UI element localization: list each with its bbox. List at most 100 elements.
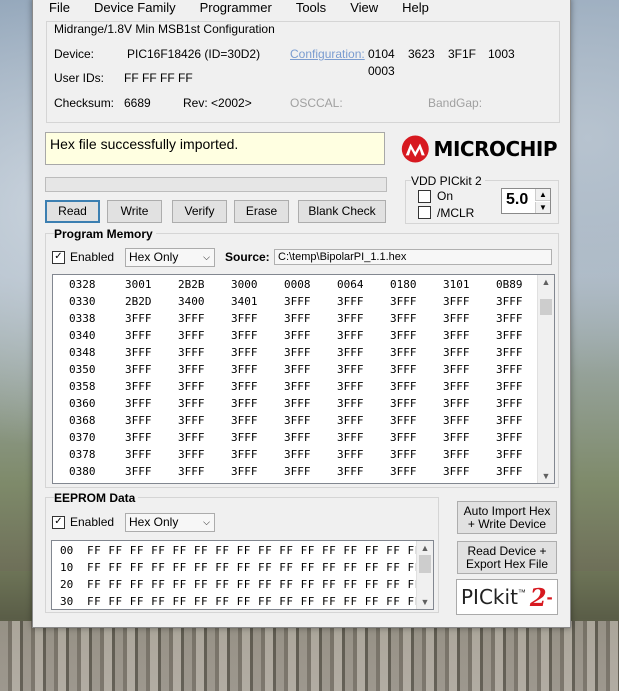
memory-cell[interactable]: 3FFF	[231, 395, 258, 412]
memory-cell[interactable]: 3FFF	[496, 344, 523, 361]
memory-cell[interactable]: 3FFF	[337, 446, 364, 463]
scroll-thumb[interactable]	[540, 299, 552, 315]
memory-cell[interactable]: 3000	[231, 276, 258, 293]
memory-cell[interactable]: 3FFF	[390, 412, 417, 429]
scroll-down-arrow-icon[interactable]: ▼	[538, 469, 554, 483]
memory-cell[interactable]: 3FFF	[443, 429, 470, 446]
memory-cell[interactable]: 3FFF	[178, 310, 205, 327]
eeprom-scrollbar[interactable]: ▲ ▼	[416, 541, 433, 609]
memory-cell[interactable]: 3FFF	[390, 361, 417, 378]
eeprom-cells[interactable]: FF FF FF FF FF FF FF FF FF FF FF FF FF F…	[87, 593, 422, 609]
memory-cell[interactable]: 3FFF	[337, 429, 364, 446]
memory-cell[interactable]: 3FFF	[496, 412, 523, 429]
eeprom-cells[interactable]: FF FF FF FF FF FF FF FF FF FF FF FF FF F…	[87, 576, 422, 593]
read-export-button[interactable]: Read Device + Export Hex File	[457, 541, 557, 574]
memory-cell[interactable]: 0B89	[496, 276, 523, 293]
memory-cell[interactable]: 3FFF	[284, 395, 311, 412]
memory-cell[interactable]: 3FFF	[125, 361, 152, 378]
memory-cell[interactable]: 2B2B	[178, 276, 205, 293]
memory-cell[interactable]: 3FFF	[337, 327, 364, 344]
memory-cell[interactable]: 3FFF	[178, 361, 205, 378]
memory-cell[interactable]: 3FFF	[443, 327, 470, 344]
memory-cell[interactable]: 3FFF	[284, 310, 311, 327]
scroll-up-arrow-icon[interactable]: ▲	[417, 541, 433, 555]
menu-device-family[interactable]: Device Family	[78, 0, 184, 19]
memory-cell[interactable]: 3FFF	[284, 293, 311, 310]
erase-button[interactable]: Erase	[234, 200, 289, 223]
memory-cell[interactable]: 3FFF	[231, 446, 258, 463]
memory-cell[interactable]: 3FFF	[496, 327, 523, 344]
memory-cell[interactable]: 3FFF	[443, 463, 470, 480]
memory-cell[interactable]: 0064	[337, 276, 364, 293]
memory-cell[interactable]: 3FFF	[125, 446, 152, 463]
memory-cell[interactable]: 3FFF	[178, 344, 205, 361]
memory-cell[interactable]: 3FFF	[284, 344, 311, 361]
spinner-down-arrow-icon[interactable]: ▼	[535, 202, 550, 213]
menu-help[interactable]: Help	[386, 0, 437, 19]
memory-cell[interactable]: 3FFF	[443, 412, 470, 429]
memory-cell[interactable]: 3FFF	[337, 310, 364, 327]
memory-cell[interactable]: 3FFF	[337, 463, 364, 480]
memory-cell[interactable]: 3FFF	[178, 412, 205, 429]
memory-cell[interactable]: 3FFF	[443, 446, 470, 463]
auto-import-write-button[interactable]: Auto Import Hex + Write Device	[457, 501, 557, 534]
memory-cell[interactable]: 3FFF	[178, 395, 205, 412]
memory-cell[interactable]: 3FFF	[178, 463, 205, 480]
blank-check-button[interactable]: Blank Check	[298, 200, 386, 223]
memory-cell[interactable]: 3FFF	[390, 293, 417, 310]
memory-cell[interactable]: 3FFF	[443, 361, 470, 378]
memory-cell[interactable]: 3FFF	[231, 361, 258, 378]
eeprom-cells[interactable]: FF FF FF FF FF FF FF FF FF FF FF FF FF F…	[87, 542, 422, 559]
memory-cell[interactable]: 3FFF	[284, 378, 311, 395]
menu-tools[interactable]: Tools	[280, 0, 334, 19]
memory-cell[interactable]: 0008	[284, 276, 311, 293]
memory-cell[interactable]: 3FFF	[125, 310, 152, 327]
configuration-link[interactable]: Configuration:	[290, 47, 365, 61]
spinner-up-arrow-icon[interactable]: ▲	[535, 189, 550, 201]
memory-cell[interactable]: 3FFF	[390, 344, 417, 361]
memory-cell[interactable]: 3FFF	[496, 361, 523, 378]
memory-cell[interactable]: 3FFF	[125, 344, 152, 361]
memory-cell[interactable]: 3FFF	[496, 378, 523, 395]
memory-cell[interactable]: 3FFF	[125, 327, 152, 344]
memory-cell[interactable]: 3FFF	[231, 429, 258, 446]
memory-cell[interactable]: 3FFF	[284, 446, 311, 463]
memory-cell[interactable]: 3FFF	[231, 412, 258, 429]
verify-button[interactable]: Verify	[172, 200, 227, 223]
menu-programmer[interactable]: Programmer	[184, 0, 280, 19]
memory-cell[interactable]: 3FFF	[284, 327, 311, 344]
eeprom-enabled-checkbox[interactable]: ✓	[52, 516, 65, 529]
memory-cell[interactable]: 3101	[443, 276, 470, 293]
memory-cell[interactable]: 3FFF	[443, 395, 470, 412]
menu-view[interactable]: View	[334, 0, 386, 19]
memory-cell[interactable]: 3FFF	[337, 412, 364, 429]
write-button[interactable]: Write	[107, 200, 162, 223]
memory-cell[interactable]: 3FFF	[390, 463, 417, 480]
scroll-thumb[interactable]	[419, 555, 431, 573]
memory-cell[interactable]: 3FFF	[496, 293, 523, 310]
memory-cell[interactable]: 3FFF	[337, 361, 364, 378]
memory-cell[interactable]: 3FFF	[284, 412, 311, 429]
memory-cell[interactable]: 3FFF	[178, 378, 205, 395]
mclr-checkbox[interactable]	[418, 206, 431, 219]
eeprom-view-select[interactable]: Hex Only ⌵	[125, 513, 215, 532]
source-path-field[interactable]: C:\temp\BipolarPI_1.1.hex	[274, 249, 552, 265]
memory-cell[interactable]: 3FFF	[496, 310, 523, 327]
memory-cell[interactable]: 3FFF	[178, 446, 205, 463]
memory-cell[interactable]: 3FFF	[125, 412, 152, 429]
memory-cell[interactable]: 3FFF	[496, 446, 523, 463]
memory-cell[interactable]: 3FFF	[231, 344, 258, 361]
program-memory-scrollbar[interactable]: ▲ ▼	[537, 275, 554, 483]
memory-cell[interactable]: 3001	[125, 276, 152, 293]
eeprom-cells[interactable]: FF FF FF FF FF FF FF FF FF FF FF FF FF F…	[87, 559, 422, 576]
memory-cell[interactable]: 3FFF	[284, 463, 311, 480]
memory-cell[interactable]: 3FFF	[390, 446, 417, 463]
memory-cell[interactable]: 3FFF	[231, 327, 258, 344]
memory-cell[interactable]: 3FFF	[231, 378, 258, 395]
scroll-down-arrow-icon[interactable]: ▼	[417, 595, 433, 609]
memory-cell[interactable]: 3FFF	[390, 395, 417, 412]
memory-cell[interactable]: 3FFF	[284, 429, 311, 446]
memory-cell[interactable]: 3FFF	[443, 378, 470, 395]
memory-cell[interactable]: 3401	[231, 293, 258, 310]
memory-cell[interactable]: 3FFF	[337, 293, 364, 310]
